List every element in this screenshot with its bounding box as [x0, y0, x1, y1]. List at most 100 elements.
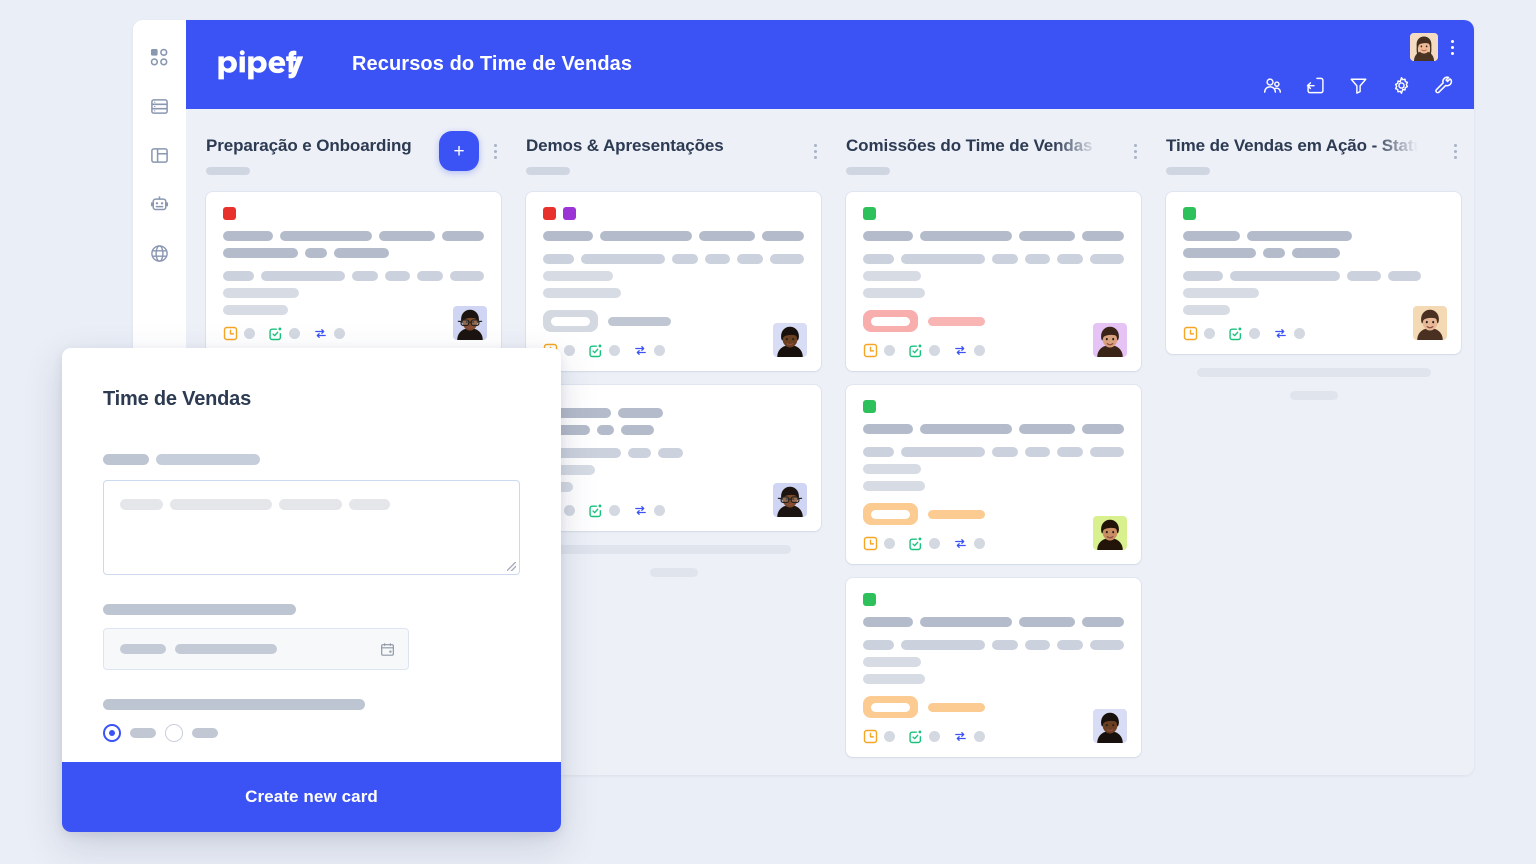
header-kebab-menu[interactable]: [1444, 36, 1460, 58]
avatar[interactable]: [1410, 33, 1438, 61]
card-footer-chip: [1249, 328, 1260, 339]
column-kebab-menu[interactable]: [494, 144, 497, 159]
connection-icon[interactable]: [313, 326, 328, 341]
skeleton-row: [223, 288, 484, 298]
connection-icon[interactable]: [1273, 326, 1288, 341]
board-card[interactable]: [846, 385, 1141, 564]
connection-icon[interactable]: [953, 343, 968, 358]
checklist-icon[interactable]: [908, 536, 923, 551]
card-label-chip[interactable]: [543, 207, 556, 220]
kebab-dot: [494, 144, 497, 147]
skeleton-bar: [305, 248, 327, 258]
skeleton-bar: [1196, 368, 1431, 377]
board-card[interactable]: [846, 578, 1141, 757]
textarea-resize-handle[interactable]: [507, 562, 516, 571]
sidebar-item-layout[interactable]: [147, 142, 173, 168]
board-card[interactable]: [846, 192, 1141, 371]
archive-in-icon[interactable]: [1306, 76, 1325, 95]
connection-icon[interactable]: [953, 536, 968, 551]
due-date-icon[interactable]: [1183, 326, 1198, 341]
card-assignee-avatar[interactable]: [1093, 709, 1127, 743]
due-date-icon[interactable]: [863, 729, 878, 744]
due-date-pill: [863, 696, 918, 718]
skeleton-row: [1183, 305, 1444, 315]
user-avatar-wrap[interactable]: [1410, 33, 1438, 61]
radio-option-unselected[interactable]: [165, 724, 183, 742]
due-date-icon[interactable]: [863, 536, 878, 551]
wrench-icon[interactable]: [1435, 76, 1454, 95]
card-assignee-avatar[interactable]: [1093, 323, 1127, 357]
kebab-dot: [1454, 156, 1457, 159]
skeleton-bar: [260, 271, 345, 281]
card-label-chip[interactable]: [863, 207, 876, 220]
card-footer-chip: [289, 328, 300, 339]
skeleton-bar: [991, 254, 1018, 264]
card-label-chip[interactable]: [863, 593, 876, 606]
sidebar-item-dashboard[interactable]: [147, 44, 173, 70]
create-new-card-button[interactable]: Create new card: [62, 762, 561, 832]
gear-icon[interactable]: [1392, 76, 1411, 95]
skeleton-bar: [1089, 254, 1124, 264]
card-assignee-avatar[interactable]: [773, 483, 807, 517]
card-due-date: [863, 696, 1124, 718]
skeleton-bar: [1183, 288, 1259, 298]
card-footer-chip: [974, 731, 985, 742]
checklist-icon[interactable]: [908, 729, 923, 744]
description-textarea[interactable]: [103, 480, 520, 575]
board-column: Demos & Apresentações: [526, 136, 821, 775]
skeleton-bar: [863, 231, 914, 241]
card-due-date: [863, 503, 1124, 525]
skeleton-bar: [223, 288, 299, 298]
due-date-icon[interactable]: [863, 343, 878, 358]
card-label-chip[interactable]: [223, 207, 236, 220]
checklist-icon[interactable]: [1228, 326, 1243, 341]
card-label-chip[interactable]: [1183, 207, 1196, 220]
calendar-icon[interactable]: [380, 642, 395, 657]
skeleton-bar: [170, 499, 272, 510]
card-label-chip[interactable]: [563, 207, 576, 220]
column-kebab-menu[interactable]: [1134, 144, 1137, 159]
sidebar-item-database[interactable]: [147, 93, 173, 119]
add-card-button[interactable]: +: [439, 131, 479, 171]
skeleton-row: [863, 617, 1125, 627]
card-assignee-avatar[interactable]: [1413, 306, 1447, 340]
connection-icon[interactable]: [953, 729, 968, 744]
card-assignee-avatar[interactable]: [773, 323, 807, 357]
board-column: Comissões do Time de Vendas: [846, 136, 1141, 775]
sidebar-item-robot[interactable]: [147, 191, 173, 217]
radio-option-selected[interactable]: [103, 724, 121, 742]
board-card[interactable]: [206, 192, 501, 354]
board-card[interactable]: [1166, 192, 1461, 354]
pipefy-logo[interactable]: [217, 49, 303, 80]
due-date-icon[interactable]: [223, 326, 238, 341]
skeleton-bar: [223, 231, 274, 241]
column-kebab-menu[interactable]: [1454, 144, 1457, 159]
kebab-dot: [494, 156, 497, 159]
column-kebab-menu[interactable]: [814, 144, 817, 159]
card-labels: [863, 593, 1124, 606]
skeleton-row: [1183, 231, 1444, 241]
column-title: Preparação e Onboarding: [206, 136, 412, 155]
skeleton-bar: [737, 254, 763, 264]
sidebar-item-globe[interactable]: [147, 240, 173, 266]
checklist-icon[interactable]: [908, 343, 923, 358]
checklist-icon[interactable]: [588, 343, 603, 358]
column-ghost-placeholder: [526, 545, 821, 577]
members-icon[interactable]: [1263, 76, 1282, 95]
card-assignee-avatar[interactable]: [453, 306, 487, 340]
due-date-input[interactable]: [103, 628, 409, 670]
board-card[interactable]: [526, 192, 821, 371]
column-title-wrap: Demos & Apresentações: [526, 136, 784, 156]
kebab-dot: [1454, 144, 1457, 147]
checklist-icon[interactable]: [268, 326, 283, 341]
board-card[interactable]: [526, 385, 821, 531]
filter-icon[interactable]: [1349, 76, 1368, 95]
connection-icon[interactable]: [633, 503, 648, 518]
skeleton-bar: [649, 568, 698, 577]
skeleton-row: [543, 482, 804, 492]
column-title-wrap: Comissões do Time de Vendas: [846, 136, 1104, 156]
connection-icon[interactable]: [633, 343, 648, 358]
card-label-chip[interactable]: [863, 400, 876, 413]
card-assignee-avatar[interactable]: [1093, 516, 1127, 550]
checklist-icon[interactable]: [588, 503, 603, 518]
